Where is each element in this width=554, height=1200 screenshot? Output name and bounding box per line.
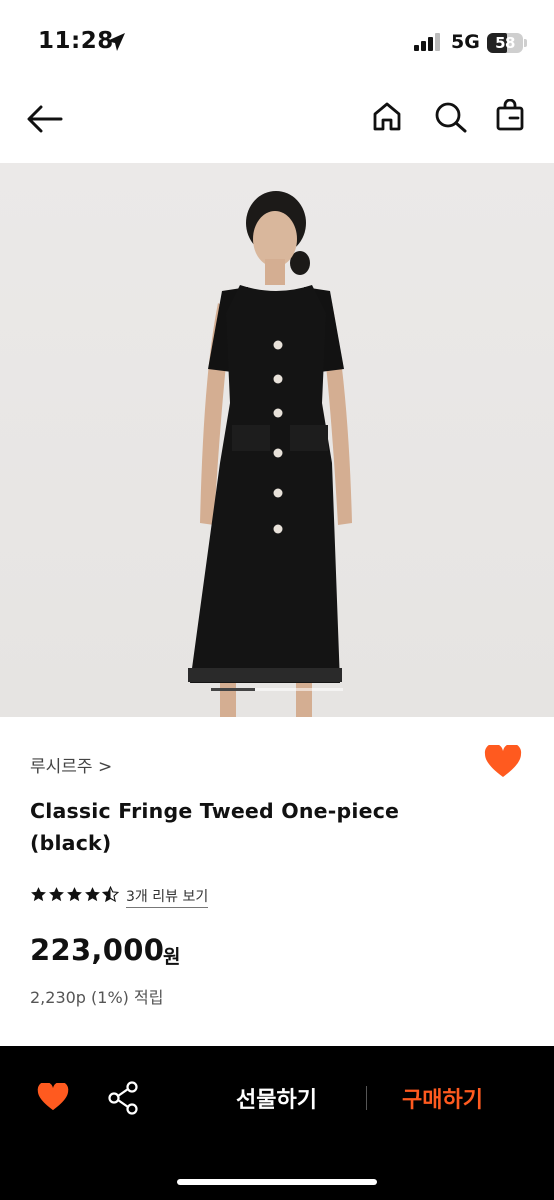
star-icon [49, 887, 64, 902]
network-type: 5G [451, 31, 480, 53]
model-wearing-dress-image [188, 191, 352, 717]
status-time: 11:28 [38, 28, 114, 54]
review-link[interactable]: 3개 리뷰 보기 [126, 886, 209, 908]
search-icon[interactable] [434, 101, 468, 133]
top-nav [0, 80, 554, 162]
price: 223,000 [30, 933, 165, 967]
rating-stars [30, 886, 120, 903]
gift-button[interactable]: 선물하기 [236, 1082, 317, 1114]
star-icon [31, 887, 46, 902]
product-image[interactable] [0, 163, 554, 717]
half-star-icon [102, 886, 119, 903]
bottom-action-bar: 선물하기 구매하기 [0, 1046, 554, 1200]
share-icon[interactable] [108, 1081, 140, 1115]
buy-button[interactable]: 구매하기 [402, 1082, 483, 1114]
image-page-indicator [211, 688, 343, 691]
star-icon [67, 887, 82, 902]
status-bar: 11:28 5G 58 [0, 0, 554, 80]
battery-tip [524, 39, 527, 47]
brand-link[interactable]: 루시르주 > [30, 752, 112, 777]
reward-points: 2,230p (1%) 적립 [30, 988, 164, 1007]
back-arrow-icon[interactable] [26, 104, 64, 134]
home-icon[interactable] [372, 101, 402, 131]
star-icon [85, 887, 100, 902]
home-indicator [177, 1179, 377, 1185]
product-title: Classic Fringe Tweed One-piece (black) [30, 799, 400, 855]
heart-icon[interactable] [484, 745, 522, 779]
battery-level: 58 [495, 34, 515, 52]
battery-icon: 58 [487, 33, 523, 53]
bag-icon[interactable] [496, 99, 524, 131]
location-arrow-icon [107, 33, 125, 51]
signal-icon [414, 33, 440, 51]
button-divider [366, 1086, 367, 1110]
heart-icon[interactable] [37, 1083, 69, 1112]
currency: 원 [163, 946, 181, 968]
